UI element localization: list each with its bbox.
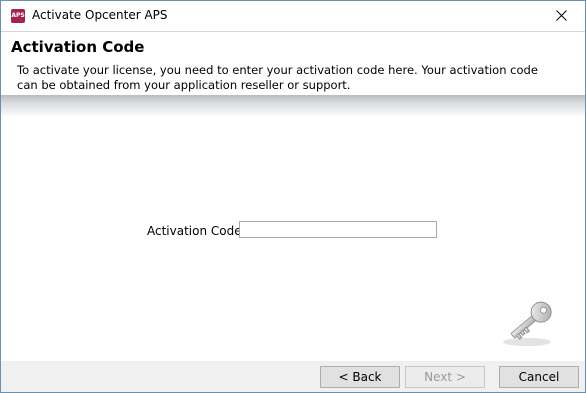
next-button[interactable]: Next > xyxy=(405,366,485,388)
activation-code-label: Activation Code: xyxy=(147,224,246,238)
wizard-content: Activation Code: xyxy=(1,117,585,361)
activation-code-input[interactable] xyxy=(239,221,437,238)
back-button[interactable]: < Back xyxy=(320,366,400,388)
close-icon xyxy=(556,10,567,21)
key-icon xyxy=(503,301,552,346)
wizard-header: Activation Code To activate your license… xyxy=(1,31,585,95)
title-bar: APS Activate Opcenter APS xyxy=(1,1,585,31)
app-icon: APS xyxy=(11,9,25,23)
page-title: Activation Code xyxy=(11,38,145,56)
close-button[interactable] xyxy=(539,1,585,31)
cancel-button[interactable]: Cancel xyxy=(499,366,579,388)
header-shadow xyxy=(1,95,585,117)
button-bar: < Back Next > Cancel xyxy=(1,361,585,392)
window-title: Activate Opcenter APS xyxy=(32,8,168,22)
page-description: To activate your license, you need to en… xyxy=(17,63,538,92)
activation-dialog: APS Activate Opcenter APS Activation Cod… xyxy=(0,0,586,393)
